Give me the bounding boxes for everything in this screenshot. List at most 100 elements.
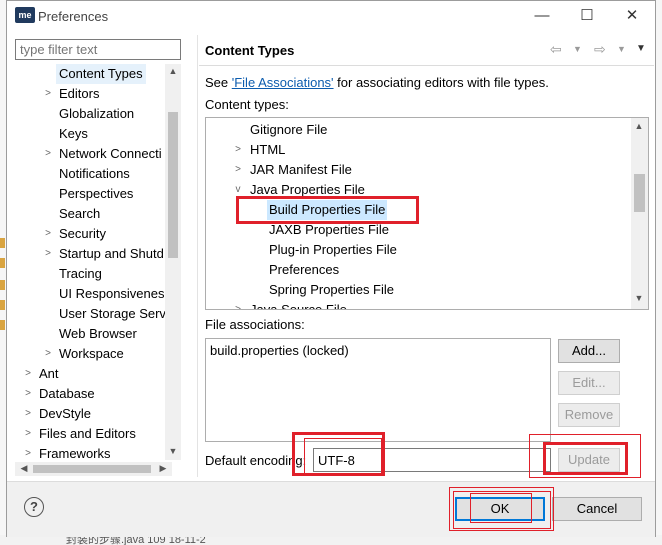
content-type-label: Preferences xyxy=(269,262,340,277)
tree-item-label: User Storage Serv xyxy=(59,306,166,321)
annotation-box-update-outer xyxy=(529,434,641,478)
tree-item-label: Database xyxy=(39,386,95,401)
preference-tree: Content Types > Editors Globalization Ke… xyxy=(15,64,183,478)
file-associations-link[interactable]: 'File Associations' xyxy=(232,75,334,90)
chevron-right-icon[interactable]: > xyxy=(23,404,33,424)
content-types-scroll-thumb[interactable] xyxy=(634,174,645,212)
preferences-dialog: me Preferences — ☐ ✕ Content Types > Edi… xyxy=(6,0,656,537)
annotation-box-selected-type xyxy=(236,196,419,224)
back-arrow-icon[interactable]: ⇦ xyxy=(550,41,562,58)
help-icon[interactable]: ? xyxy=(24,497,44,517)
background-window-right xyxy=(656,0,662,545)
scroll-down-icon[interactable]: ▼ xyxy=(166,446,180,456)
chevron-right-icon[interactable]: > xyxy=(23,424,33,444)
view-menu-icon[interactable]: ▼ xyxy=(636,43,646,54)
tree-item-label: DevStyle xyxy=(39,406,92,421)
background-icon xyxy=(0,280,5,290)
file-associations-list: build.properties (locked) xyxy=(205,338,551,442)
content-type-java-source[interactable]: > Java Source File xyxy=(206,300,626,310)
content-type-label: Spring Properties File xyxy=(269,282,394,297)
history-navigation: ⇦ ▼ ⇨ ▼ ▼ xyxy=(550,41,650,61)
chevron-right-icon[interactable]: > xyxy=(43,144,53,164)
content-type-label: Gitignore File xyxy=(250,122,328,137)
chevron-right-icon[interactable]: > xyxy=(43,224,53,244)
tree-vertical-scrollbar[interactable]: ▲ ▼ xyxy=(165,64,181,460)
background-icon xyxy=(0,258,5,268)
list-item[interactable]: build.properties (locked) xyxy=(210,343,546,358)
tree-item-label: Startup and Shutd xyxy=(59,246,164,261)
minimize-button[interactable]: — xyxy=(527,5,557,27)
tree-item-label: Globalization xyxy=(59,106,135,121)
content-types-label: Content types: xyxy=(205,97,289,112)
content-type-plugin-properties[interactable]: Plug-in Properties File xyxy=(206,240,626,260)
content-type-label: HTML xyxy=(250,142,286,157)
tree-item-label: Tracing xyxy=(59,266,102,281)
tree-item-label: Notifications xyxy=(59,166,130,181)
hint-prefix: See xyxy=(205,75,232,90)
content-type-gitignore[interactable]: Gitignore File xyxy=(206,120,626,140)
tree-item-label: Security xyxy=(59,226,106,241)
chevron-right-icon[interactable]: > xyxy=(23,384,33,404)
forward-arrow-icon[interactable]: ⇨ xyxy=(594,41,606,58)
chevron-right-icon[interactable]: > xyxy=(43,244,53,264)
forward-menu-chevron-icon[interactable]: ▼ xyxy=(617,44,626,54)
tree-item-label: Ant xyxy=(39,366,59,381)
header-divider xyxy=(199,65,654,66)
annotation-box-ok-inner xyxy=(470,493,532,523)
tree-item-label: UI Responsivenes xyxy=(59,286,165,301)
close-button[interactable]: ✕ xyxy=(617,5,647,27)
chevron-right-icon[interactable]: > xyxy=(43,344,53,364)
tree-item-label: Content Types xyxy=(56,64,146,84)
title-bar[interactable]: me Preferences — ☐ ✕ xyxy=(7,1,655,32)
tree-item-label: Files and Editors xyxy=(39,426,136,441)
chevron-right-icon[interactable]: > xyxy=(233,160,243,180)
annotation-box-encoding-inner xyxy=(304,438,382,474)
chevron-right-icon[interactable]: > xyxy=(43,84,53,104)
content-type-preferences[interactable]: Preferences xyxy=(206,260,626,280)
content-type-label: Java Source File xyxy=(250,302,347,310)
file-associations-label: File associations: xyxy=(205,317,305,332)
tree-horizontal-scrollbar[interactable]: ◀ ▶ xyxy=(15,462,172,476)
hint-suffix: for associating editors with file types. xyxy=(333,75,549,90)
pane-divider[interactable] xyxy=(197,35,198,477)
content-type-spring-properties[interactable]: Spring Properties File xyxy=(206,280,626,300)
chevron-right-icon[interactable]: > xyxy=(233,140,243,160)
cancel-button[interactable]: Cancel xyxy=(552,497,642,521)
window-title: Preferences xyxy=(38,9,109,24)
default-encoding-label: Default encoding: xyxy=(205,453,307,468)
content-type-jar-manifest[interactable]: > JAR Manifest File xyxy=(206,160,626,180)
tree-item-label: Keys xyxy=(59,126,88,141)
filter-input[interactable] xyxy=(15,39,181,60)
tree-item-label: Perspectives xyxy=(59,186,134,201)
chevron-right-icon[interactable]: > xyxy=(23,364,33,384)
scroll-down-icon[interactable]: ▼ xyxy=(632,293,646,303)
tree-scroll-thumb[interactable] xyxy=(168,112,178,258)
background-icon xyxy=(0,238,5,248)
tree-item-label: Web Browser xyxy=(59,326,137,341)
scroll-right-icon[interactable]: ▶ xyxy=(156,463,170,474)
chevron-right-icon[interactable]: > xyxy=(233,300,243,309)
tree-hscroll-thumb[interactable] xyxy=(33,465,151,473)
app-logo-icon: me xyxy=(15,7,35,23)
content-type-label: JAR Manifest File xyxy=(250,162,352,177)
content-types-scrollbar[interactable]: ▲ ▼ xyxy=(631,118,648,309)
file-associations-hint: See 'File Associations' for associating … xyxy=(205,75,549,90)
background-icon xyxy=(0,300,5,310)
edit-button[interactable]: Edit... xyxy=(558,371,620,395)
add-button[interactable]: Add... xyxy=(558,339,620,363)
remove-button[interactable]: Remove xyxy=(558,403,620,427)
maximize-button[interactable]: ☐ xyxy=(572,5,602,27)
content-type-html[interactable]: > HTML xyxy=(206,140,626,160)
scroll-up-icon[interactable]: ▲ xyxy=(166,66,180,76)
chevron-right-icon[interactable]: > xyxy=(23,444,33,464)
tree-item-label: Network Connecti xyxy=(59,146,162,161)
scroll-left-icon[interactable]: ◀ xyxy=(17,463,31,474)
background-icon xyxy=(0,320,5,330)
back-menu-chevron-icon[interactable]: ▼ xyxy=(573,44,582,54)
tree-item-label: Frameworks xyxy=(39,446,111,461)
tree-item-label: Workspace xyxy=(59,346,124,361)
content-type-label: Plug-in Properties File xyxy=(269,242,397,257)
page-title: Content Types xyxy=(205,43,295,58)
scroll-up-icon[interactable]: ▲ xyxy=(632,121,646,131)
tree-item-label: Editors xyxy=(59,86,100,101)
